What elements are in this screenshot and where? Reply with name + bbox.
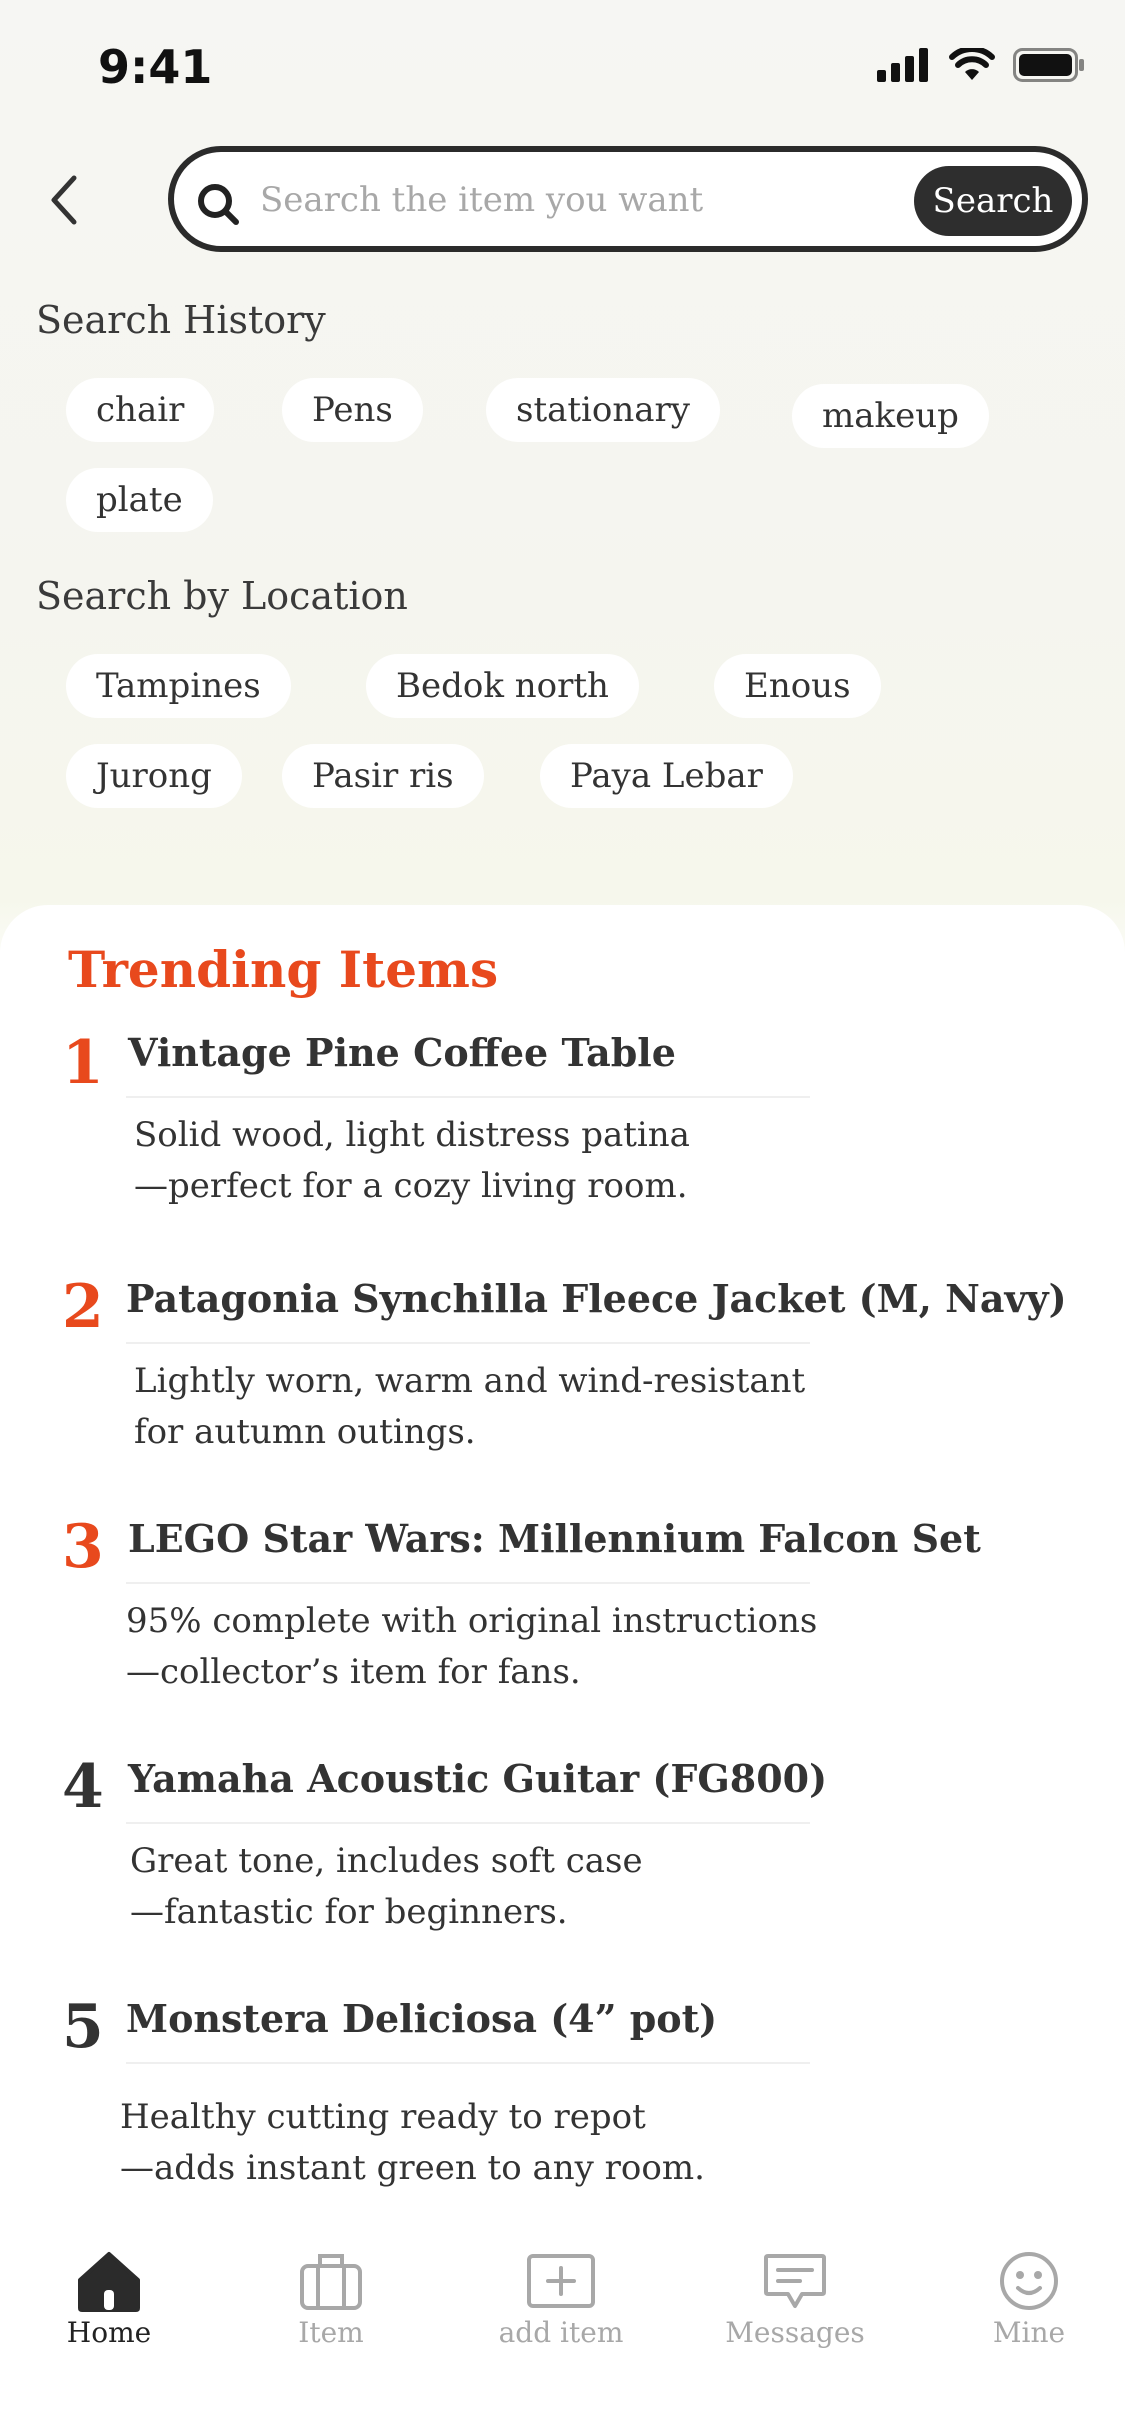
description-line: 95% complete with original instructions: [126, 1601, 818, 1641]
location-chip[interactable]: Pasir ris: [282, 744, 484, 808]
location-chip[interactable]: Paya Lebar: [540, 744, 793, 808]
item-description: 95% complete with original instructions …: [126, 1596, 886, 1698]
trending-title: Trending Items: [68, 940, 499, 999]
location-chip[interactable]: Tampines: [66, 654, 291, 718]
search-bar: Search: [168, 146, 1088, 252]
history-chip[interactable]: chair: [66, 378, 215, 442]
location-chip[interactable]: Enous: [714, 654, 881, 718]
tab-label: Item: [298, 2316, 364, 2349]
location-chip[interactable]: Jurong: [66, 744, 242, 808]
tab-label: add item: [498, 2316, 624, 2349]
status-time: 9:41: [98, 40, 213, 94]
item-description: Healthy cutting ready to repot —adds ins…: [120, 2092, 880, 2194]
rank-number: 5: [62, 1992, 104, 2062]
description-line: for autumn outings.: [134, 1412, 476, 1452]
divider: [126, 2062, 810, 2064]
rank-number: 2: [62, 1272, 104, 1342]
chevron-left-icon: [51, 175, 77, 225]
tab-label: Messages: [725, 2316, 865, 2349]
item-title[interactable]: LEGO Star Wars: Millennium Falcon Set: [128, 1516, 981, 1561]
tab-messages[interactable]: Messages: [710, 2250, 880, 2349]
history-chip[interactable]: stationary: [486, 378, 721, 442]
search-location-title: Search by Location: [36, 574, 408, 618]
divider: [126, 1096, 810, 1098]
status-icons: [877, 48, 1085, 82]
description-line: Lightly worn, warm and wind-resistant: [134, 1361, 806, 1401]
divider: [126, 1582, 810, 1584]
description-line: Healthy cutting ready to repot: [120, 2097, 646, 2137]
tab-home[interactable]: Home: [24, 2250, 194, 2349]
divider: [126, 1342, 810, 1344]
description-line: —adds instant green to any room.: [120, 2148, 705, 2188]
item-description: Solid wood, light distress patina —perfe…: [134, 1110, 894, 1212]
description-line: Great tone, includes soft case: [130, 1841, 643, 1881]
location-chip[interactable]: Bedok north: [366, 654, 639, 718]
tab-item[interactable]: Item: [246, 2250, 416, 2349]
item-description: Great tone, includes soft case —fantasti…: [130, 1836, 890, 1938]
description-line: Solid wood, light distress patina: [134, 1115, 690, 1155]
description-line: —fantastic for beginners.: [130, 1892, 568, 1932]
item-title[interactable]: Monstera Deliciosa (4” pot): [126, 1996, 717, 2041]
message-icon: [764, 2254, 826, 2308]
history-chip[interactable]: plate: [66, 468, 213, 532]
tab-label: Home: [66, 2316, 152, 2349]
item-title[interactable]: Yamaha Acoustic Guitar (FG800): [128, 1756, 827, 1801]
item-title[interactable]: Vintage Pine Coffee Table: [128, 1030, 676, 1075]
add-box-icon: [527, 2254, 595, 2308]
battery-icon: [1013, 48, 1084, 82]
description-line: —perfect for a cozy living room.: [134, 1166, 688, 1206]
briefcase-icon: [300, 2254, 362, 2310]
tab-label: Mine: [992, 2316, 1066, 2349]
history-chip[interactable]: Pens: [282, 378, 423, 442]
divider: [126, 1822, 810, 1824]
smiley-icon: [1000, 2252, 1058, 2310]
rank-number: 4: [62, 1752, 104, 1822]
search-input[interactable]: [258, 170, 862, 230]
home-icon: [78, 2252, 140, 2312]
search-history-title: Search History: [36, 298, 326, 342]
search-button[interactable]: Search: [914, 166, 1072, 236]
item-description: Lightly worn, warm and wind-resistant fo…: [134, 1356, 894, 1458]
description-line: —collector’s item for fans.: [126, 1652, 581, 1692]
rank-number: 3: [62, 1512, 104, 1582]
rank-number: 1: [62, 1028, 104, 1098]
history-chip[interactable]: makeup: [792, 384, 989, 448]
search-icon: [196, 182, 242, 228]
wifi-icon: [949, 48, 995, 80]
item-title[interactable]: Patagonia Synchilla Fleece Jacket (M, Na…: [126, 1276, 1067, 1321]
signal-icon: [877, 48, 928, 82]
tab-add-item[interactable]: add item: [476, 2250, 646, 2349]
back-button[interactable]: [40, 170, 90, 230]
tab-mine[interactable]: Mine: [944, 2250, 1114, 2349]
